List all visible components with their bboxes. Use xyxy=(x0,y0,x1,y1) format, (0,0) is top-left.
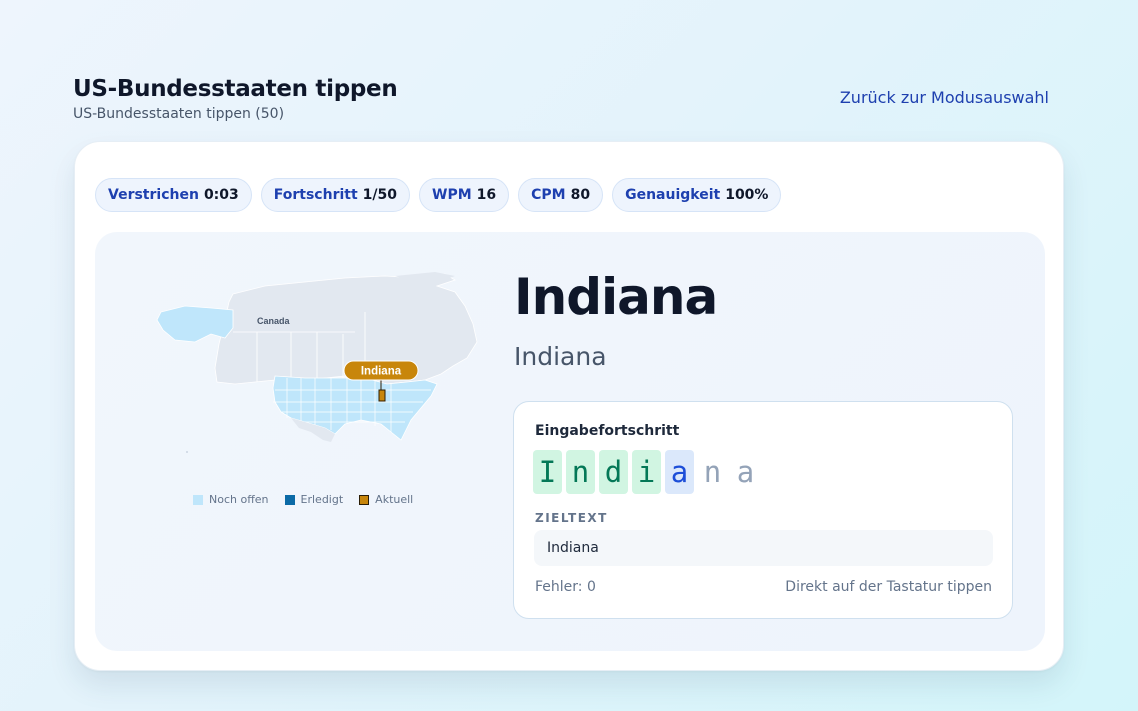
char-correct: I xyxy=(533,450,562,494)
indiana-state-shape xyxy=(378,389,386,402)
stats-bar: Verstrichen 0:03 Fortschritt 1/50 WPM 16… xyxy=(95,178,782,212)
typing-hint: Direkt auf der Tastatur tippen xyxy=(785,579,992,595)
stat-label: WPM xyxy=(432,187,472,203)
typed-characters: I n d i a n a xyxy=(533,450,760,494)
typing-box[interactable]: Eingabefortschritt I n d i a n a ZIELTEX… xyxy=(513,401,1013,619)
input-progress-label: Eingabefortschritt xyxy=(535,423,680,439)
usa-shape xyxy=(272,375,438,441)
error-count: Fehler: 0 xyxy=(535,579,596,595)
char-pending: n xyxy=(703,455,722,489)
stat-label: CPM xyxy=(531,187,566,203)
stat-wpm: WPM 16 xyxy=(419,178,510,212)
legend-label: Erledigt xyxy=(300,493,344,506)
legend-item-current: Aktuell xyxy=(359,493,413,506)
current-swatch xyxy=(359,494,370,505)
char-correct: i xyxy=(632,450,661,494)
legend-label: Noch offen xyxy=(209,493,269,506)
game-card: Verstrichen 0:03 Fortschritt 1/50 WPM 16… xyxy=(74,141,1064,671)
stat-value: 16 xyxy=(476,187,497,203)
stat-value: 1/50 xyxy=(362,187,398,203)
stat-label: Verstrichen xyxy=(108,187,199,203)
stat-value: 100% xyxy=(725,187,769,203)
map-svg: Canada Indiana xyxy=(156,272,478,453)
char-current: a xyxy=(665,450,694,494)
char-correct: d xyxy=(599,450,628,494)
stat-progress: Fortschritt 1/50 xyxy=(260,178,411,212)
target-state-title: Indiana xyxy=(514,268,718,326)
stat-label: Fortschritt xyxy=(273,187,358,203)
back-to-mode-selection-link[interactable]: Zurück zur Modusauswahl xyxy=(840,88,1049,108)
target-state-subtitle: Indiana xyxy=(514,342,607,371)
north-america-map: Canada Indiana xyxy=(155,272,485,472)
target-text-field: Indiana xyxy=(534,530,993,566)
canada-label: Canada xyxy=(257,316,291,326)
map-legend: Noch offen Erledigt Aktuell xyxy=(193,493,413,506)
done-swatch xyxy=(284,494,295,505)
legend-item-done: Erledigt xyxy=(284,493,344,506)
legend-item-open: Noch offen xyxy=(193,493,269,506)
indiana-label: Indiana xyxy=(361,366,402,378)
alaska-shape xyxy=(156,305,234,343)
page-header: US-Bundesstaaten tippen US-Bundesstaaten… xyxy=(73,74,1049,126)
char-pending: a xyxy=(736,455,755,489)
stat-elapsed: Verstrichen 0:03 xyxy=(95,178,252,212)
legend-label: Aktuell xyxy=(375,493,414,506)
char-correct: n xyxy=(566,450,595,494)
stat-cpm: CPM 80 xyxy=(518,178,604,212)
target-text-label: ZIELTEXT xyxy=(535,511,608,525)
stat-accuracy: Genauigkeit 100% xyxy=(612,178,782,212)
stat-value: 0:03 xyxy=(203,187,239,203)
game-panel: Canada Indiana Noch offen Erledigt Aktue… xyxy=(95,232,1045,651)
island-dot xyxy=(186,451,188,453)
stat-label: Genauigkeit xyxy=(625,187,721,203)
open-swatch xyxy=(193,494,203,505)
stat-value: 80 xyxy=(570,187,591,203)
